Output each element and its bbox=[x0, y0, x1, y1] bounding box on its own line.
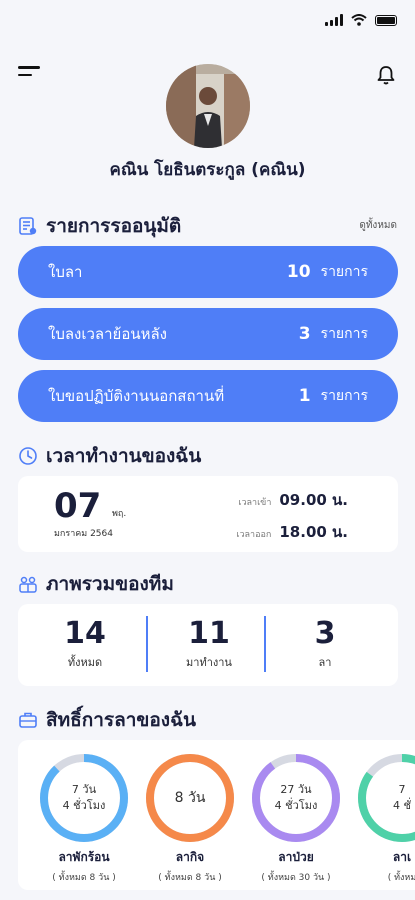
team-stat-label: ลา bbox=[318, 656, 332, 669]
team-header: ภาพรวมของทีม bbox=[18, 569, 174, 599]
work-time-header: เวลาทำงานของฉัน bbox=[18, 441, 201, 471]
leave-ring: 8 วัน bbox=[144, 752, 236, 844]
leave-remaining-hours: 4 ชั่วโมง bbox=[62, 799, 106, 812]
leave-remaining-days: 8 วัน bbox=[174, 789, 206, 806]
approvals-header: รายการรออนุมัติ bbox=[18, 211, 181, 241]
leave-ring: 7 วัน 4 ชั่วโมง bbox=[38, 752, 130, 844]
leave-remaining-hours: 4 ชั่ bbox=[393, 799, 411, 812]
leave-rights-title: สิทธิ์การลาของฉัน bbox=[46, 709, 197, 731]
status-bar bbox=[325, 14, 397, 26]
avatar[interactable] bbox=[166, 64, 250, 148]
menu-icon[interactable] bbox=[18, 66, 42, 84]
leave-rights-header: สิทธิ์การลาของฉัน bbox=[18, 705, 196, 735]
team-stat-leave[interactable]: 3 ลา bbox=[262, 604, 388, 676]
leave-remaining-days: 7 bbox=[398, 782, 406, 796]
document-list-icon bbox=[19, 217, 37, 235]
leave-remaining-hours: 4 ชั่วโมง bbox=[274, 799, 318, 812]
leave-ring: 27 วัน 4 ชั่วโมง bbox=[250, 752, 342, 844]
approval-unit: รายการ bbox=[320, 264, 368, 280]
leave-remaining-days: 27 วัน bbox=[280, 782, 312, 796]
battery-icon bbox=[375, 14, 397, 26]
leave-name: ลาป่วย bbox=[278, 850, 314, 864]
leave-name: ลากิจ bbox=[175, 850, 205, 864]
work-weekday: พฤ. bbox=[112, 509, 127, 519]
approval-label: ใบลงเวลาย้อนหลัง bbox=[48, 325, 167, 343]
briefcase-icon bbox=[19, 712, 37, 728]
leave-rights-card: 7 วัน 4 ชั่วโมง ลาพักร้อน ( ทั้งหมด 8 วั… bbox=[18, 740, 415, 890]
check-out-label: เวลาออก bbox=[236, 530, 272, 540]
leave-total: ( ทั้งหมด 8 วัน ) bbox=[52, 873, 116, 883]
work-time-card: 07 พฤ. มกราคม 2564 เวลาเข้า 09.00 น. เวล… bbox=[18, 476, 398, 552]
approvals-title: รายการรออนุมัติ bbox=[46, 215, 182, 237]
leave-total: ( ทั้งหม bbox=[387, 873, 415, 883]
team-stat-value: 14 bbox=[64, 616, 106, 651]
team-icon bbox=[19, 576, 37, 593]
approval-count: 3 bbox=[298, 324, 311, 344]
leave-ring: 7 4 ชั่ bbox=[356, 752, 415, 844]
approval-offsite-work-button[interactable]: ใบขอปฏิบัติงานนอกสถานที่ 1 รายการ bbox=[18, 370, 398, 422]
work-month-year: มกราคม 2564 bbox=[54, 529, 113, 539]
signal-icon bbox=[325, 14, 343, 26]
user-name: คณิน โยธินตระกูล (คณิน) bbox=[109, 160, 306, 180]
approval-count: 10 bbox=[286, 262, 311, 282]
work-day: 07 bbox=[54, 486, 102, 526]
leave-total: ( ทั้งหมด 30 วัน ) bbox=[261, 873, 331, 883]
approval-unit: รายการ bbox=[320, 326, 368, 342]
team-title: ภาพรวมของทีม bbox=[46, 573, 174, 595]
bell-icon[interactable] bbox=[375, 64, 397, 86]
team-card: 14 ทั้งหมด 11 มาทำงาน 3 ลา bbox=[18, 604, 398, 686]
approval-leave-button[interactable]: ใบลา 10 รายการ bbox=[18, 246, 398, 298]
check-out-row: เวลาออก 18.00 น. bbox=[236, 520, 348, 544]
view-all-link[interactable]: ดูทั้งหมด bbox=[359, 218, 397, 233]
leave-item-personal[interactable]: 8 วัน ลากิจ ( ทั้งหมด 8 วัน ) bbox=[140, 752, 240, 884]
check-in-label: เวลาเข้า bbox=[238, 498, 272, 508]
approval-count: 1 bbox=[298, 386, 311, 406]
check-in-row: เวลาเข้า 09.00 น. bbox=[238, 488, 348, 512]
approval-label: ใบขอปฏิบัติงานนอกสถานที่ bbox=[48, 387, 225, 405]
leave-item-partial[interactable]: 7 4 ชั่ ลาเ ( ทั้งหม bbox=[352, 752, 415, 884]
work-time-title: เวลาทำงานของฉัน bbox=[46, 445, 202, 467]
approval-unit: รายการ bbox=[320, 388, 368, 404]
approval-label: ใบลา bbox=[48, 263, 83, 281]
check-out-time: 18.00 น. bbox=[279, 523, 348, 541]
team-stat-label: มาทำงาน bbox=[186, 656, 232, 669]
wifi-icon bbox=[351, 14, 367, 26]
team-stat-present[interactable]: 11 มาทำงาน bbox=[146, 604, 272, 676]
team-stat-label: ทั้งหมด bbox=[67, 656, 103, 669]
leave-item-vacation[interactable]: 7 วัน 4 ชั่วโมง ลาพักร้อน ( ทั้งหมด 8 วั… bbox=[34, 752, 134, 884]
leave-item-sick[interactable]: 27 วัน 4 ชั่วโมง ลาป่วย ( ทั้งหมด 30 วัน… bbox=[246, 752, 346, 884]
leave-remaining-days: 7 วัน bbox=[71, 782, 97, 796]
leave-name: ลาพักร้อน bbox=[58, 850, 110, 864]
team-stat-value: 3 bbox=[314, 616, 336, 651]
team-stat-total[interactable]: 14 ทั้งหมด bbox=[22, 604, 148, 676]
approval-backdated-time-button[interactable]: ใบลงเวลาย้อนหลัง 3 รายการ bbox=[18, 308, 398, 360]
check-in-time: 09.00 น. bbox=[279, 491, 348, 509]
leave-name: ลาเ bbox=[392, 850, 412, 864]
team-stat-value: 11 bbox=[188, 616, 230, 651]
leave-total: ( ทั้งหมด 8 วัน ) bbox=[158, 873, 222, 883]
clock-icon bbox=[19, 447, 37, 465]
